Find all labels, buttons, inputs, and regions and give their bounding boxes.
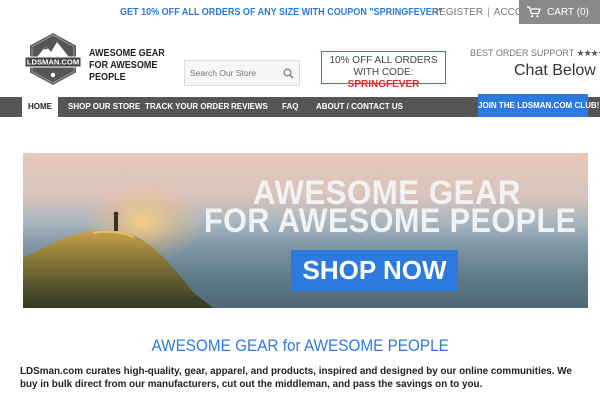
nav-item-track-order[interactable]: TRACK YOUR ORDER — [139, 97, 235, 117]
nav-item-about-contact[interactable]: ABOUT / CONTACT US — [310, 97, 409, 117]
separator: | — [487, 7, 490, 18]
hero-cliff-image — [23, 211, 213, 308]
register-link[interactable]: REGISTER — [432, 7, 483, 18]
chat-link[interactable]: Chat Below — [514, 62, 596, 80]
intro-paragraph: LDSman.com curates high-quality, gear, a… — [20, 365, 585, 391]
cart-icon — [527, 6, 541, 18]
svg-text:LDSMAN.COM: LDSMAN.COM — [27, 58, 79, 67]
section-heading: AWESOME GEAR for AWESOME PEOPLE — [0, 336, 600, 356]
search-icon — [282, 67, 294, 79]
code-prefix: WITH CODE: — [353, 67, 414, 78]
code-value: SPRINGFEVER — [347, 79, 420, 90]
code-line-2: WITH CODE: SPRINGFEVER — [322, 67, 445, 91]
nav-item-shop[interactable]: SHOP OUR STORE — [62, 97, 146, 117]
rating-stars: ★★★★★ — [576, 48, 600, 58]
hero-title-line-2: FOR AWESOME PEOPLE — [204, 202, 577, 240]
support-label: BEST ORDER SUPPORT — [470, 48, 575, 58]
cart-label: CART (0) — [547, 6, 589, 18]
intro-text: LDSman.com curates high-quality, gear, a… — [20, 365, 572, 390]
code-line-1: 10% OFF ALL ORDERS — [329, 55, 438, 66]
discount-code-box: 10% OFF ALL ORDERS WITH CODE: SPRINGFEVE… — [321, 51, 446, 90]
search-input[interactable] — [185, 61, 277, 85]
support-rating: BEST ORDER SUPPORT ★★★★★ — [470, 48, 600, 59]
search-box — [184, 60, 300, 86]
search-button[interactable] — [277, 61, 299, 85]
hero-banner[interactable]: AWESOME GEAR FOR AWESOME PEOPLE SHOP NOW — [23, 153, 588, 308]
nav-item-reviews[interactable]: REVIEWS — [225, 97, 274, 117]
site-tagline: AWESOME GEAR FOR AWESOME PEOPLE — [89, 47, 165, 83]
nav-item-faq[interactable]: FAQ — [276, 97, 304, 117]
promo-text: GET 10% OFF ALL ORDERS OF ANY SIZE WITH … — [120, 6, 443, 18]
cart-button[interactable]: CART (0) — [519, 0, 600, 24]
join-club-button[interactable]: JOIN THE LDSMAN.COM CLUB! — [478, 94, 599, 117]
shop-now-button[interactable]: SHOP NOW — [291, 250, 458, 291]
top-promo-bar: GET 10% OFF ALL ORDERS OF ANY SIZE WITH … — [0, 0, 600, 24]
nav-item-home[interactable]: HOME — [22, 97, 58, 117]
section-heading-text: AWESOME GEAR for AWESOME PEOPLE — [151, 336, 449, 355]
site-logo[interactable]: LDSMAN.COM — [24, 30, 82, 88]
